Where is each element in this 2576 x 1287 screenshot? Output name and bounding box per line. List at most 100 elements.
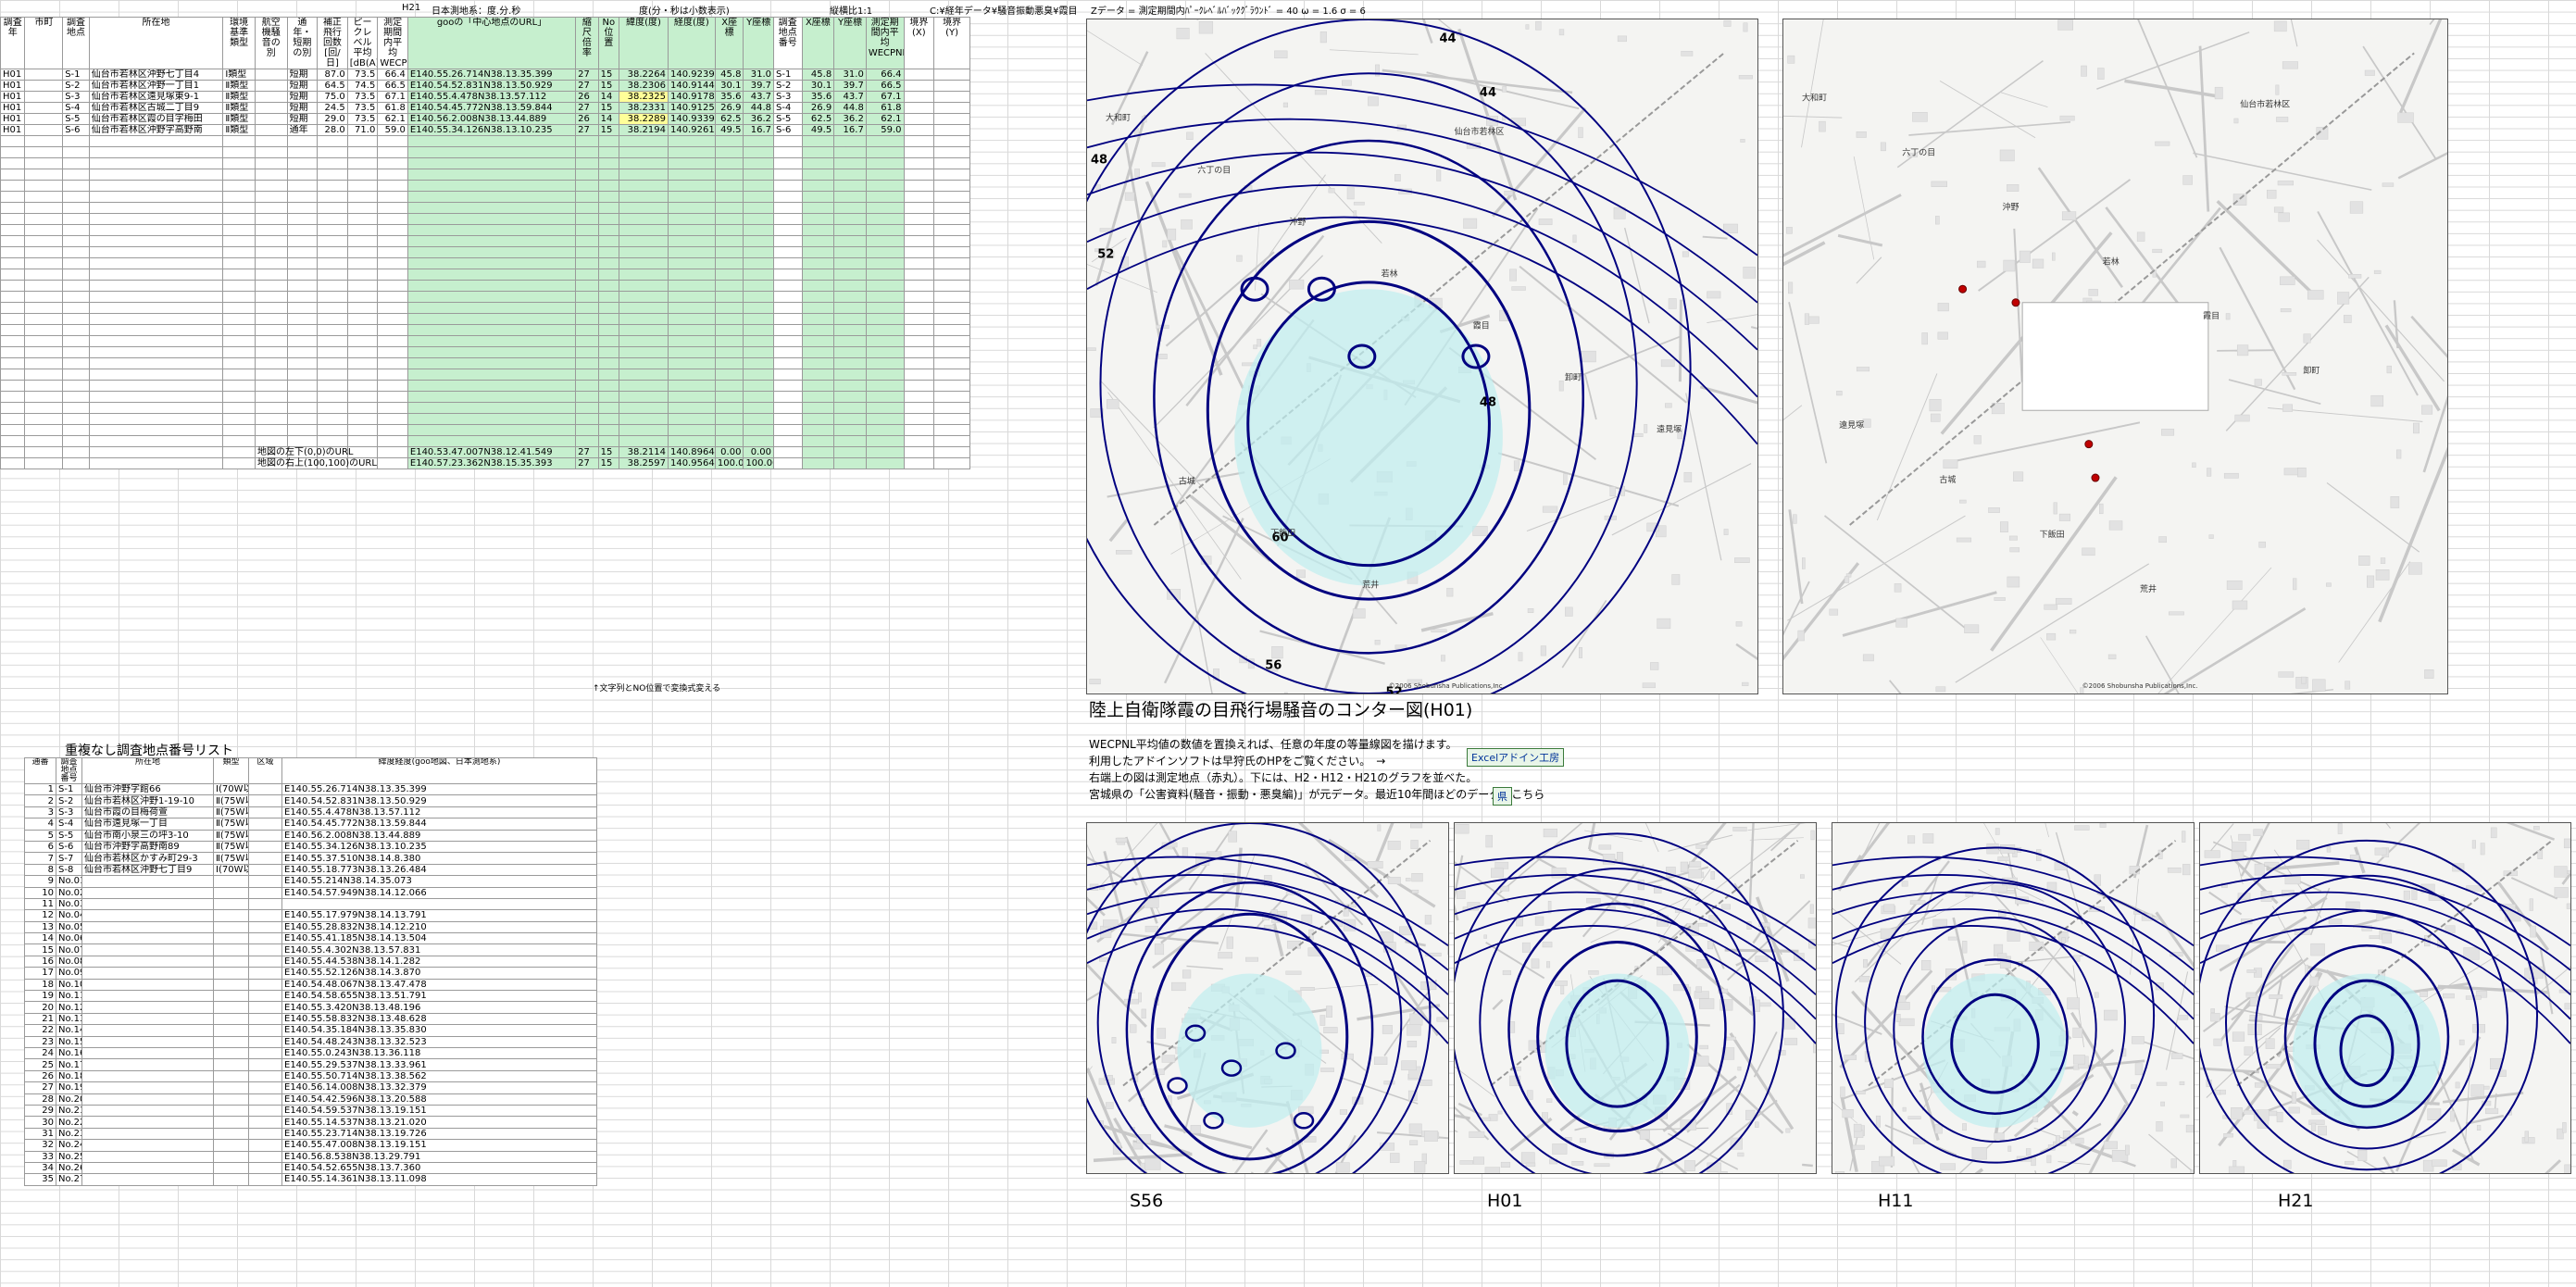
table-cell[interactable]: 64.5 <box>317 80 348 92</box>
table-cell[interactable] <box>773 391 803 403</box>
table-cell[interactable] <box>801 202 835 214</box>
table-cell[interactable]: 8 <box>24 863 56 877</box>
table-cell[interactable]: 3 <box>24 806 56 819</box>
table-cell[interactable] <box>575 202 599 214</box>
table-cell[interactable] <box>714 213 744 225</box>
table-cell[interactable] <box>248 967 282 980</box>
table-cell[interactable] <box>933 335 970 347</box>
table-cell[interactable] <box>575 424 599 436</box>
table-cell[interactable] <box>933 446 970 458</box>
table-cell[interactable] <box>575 302 599 314</box>
prefecture-data-link-button[interactable]: 県 <box>1493 787 1512 806</box>
table-cell[interactable] <box>406 269 577 281</box>
table-cell[interactable] <box>213 1116 249 1129</box>
table-cell[interactable]: H01 <box>0 80 26 92</box>
table-cell[interactable] <box>254 402 288 414</box>
table-cell[interactable] <box>286 369 319 381</box>
table-cell[interactable]: No.21 <box>56 1104 82 1118</box>
table-cell[interactable] <box>406 191 577 203</box>
table-cell[interactable] <box>317 291 348 303</box>
table-cell[interactable]: 66.4 <box>377 69 408 81</box>
table-cell[interactable] <box>743 324 775 336</box>
table-cell[interactable] <box>88 235 224 247</box>
table-cell[interactable]: 23 <box>24 1035 56 1049</box>
table-cell[interactable]: Ⅰ(70W以下) <box>213 863 249 877</box>
table-cell[interactable] <box>903 335 935 347</box>
table-cell[interactable]: 15 <box>597 80 620 92</box>
table-cell[interactable] <box>801 135 835 147</box>
table-cell[interactable] <box>865 235 905 247</box>
table-cell[interactable] <box>222 224 256 236</box>
table-cell[interactable]: Ⅱ類型 <box>222 102 256 114</box>
table-cell[interactable] <box>406 169 577 181</box>
table-cell[interactable] <box>81 1001 214 1014</box>
table-cell[interactable] <box>24 135 64 147</box>
table-cell[interactable]: 短期 <box>286 113 319 125</box>
table-cell[interactable] <box>575 213 599 225</box>
table-cell[interactable]: S-3 <box>56 806 82 819</box>
table-cell[interactable]: E140.53.47.007N38.12.41.549 <box>406 446 577 458</box>
table-cell[interactable] <box>833 213 867 225</box>
table-cell[interactable] <box>406 213 577 225</box>
table-cell[interactable] <box>801 224 835 236</box>
table-cell[interactable]: 38.2264 <box>619 69 669 81</box>
table-cell[interactable] <box>801 424 835 436</box>
table-cell[interactable] <box>346 224 379 236</box>
table-cell[interactable] <box>667 280 716 292</box>
table-cell[interactable]: No.27 <box>56 1173 82 1186</box>
table-cell[interactable]: S-4 <box>56 818 82 831</box>
table-cell[interactable] <box>213 967 249 980</box>
table-cell[interactable]: 140.9178 <box>667 91 716 103</box>
table-cell[interactable] <box>248 1069 282 1083</box>
table-cell[interactable]: E140.54.58.655N38.13.51.791 <box>281 990 597 1003</box>
table-cell[interactable] <box>933 180 970 192</box>
table-cell[interactable]: Ⅱ類型 <box>222 91 256 103</box>
table-cell[interactable] <box>88 157 224 169</box>
table-cell[interactable] <box>24 169 64 181</box>
table-cell[interactable] <box>286 335 319 347</box>
table-cell[interactable] <box>377 446 408 458</box>
table-cell[interactable] <box>597 402 620 414</box>
table-cell[interactable] <box>714 180 744 192</box>
table-cell[interactable] <box>773 369 803 381</box>
table-cell[interactable]: E140.55.44.538N38.14.1.282 <box>281 955 597 968</box>
table-cell[interactable] <box>597 224 620 236</box>
table-cell[interactable] <box>865 324 905 336</box>
table-cell[interactable]: E140.55.58.832N38.13.48.628 <box>281 1012 597 1026</box>
table-cell[interactable] <box>933 202 970 214</box>
table-cell[interactable] <box>222 213 256 225</box>
table-cell[interactable] <box>833 146 867 158</box>
table-cell[interactable]: 140.9339 <box>667 113 716 125</box>
table-cell[interactable] <box>346 435 379 447</box>
table-cell[interactable] <box>222 291 256 303</box>
table-cell[interactable] <box>801 269 835 281</box>
table-cell[interactable]: 12 <box>24 909 56 922</box>
table-cell[interactable]: No.01 <box>56 875 82 888</box>
table-cell[interactable] <box>346 357 379 369</box>
table-cell[interactable] <box>619 213 669 225</box>
table-cell[interactable] <box>24 224 64 236</box>
table-cell[interactable] <box>865 435 905 447</box>
table-cell[interactable] <box>377 357 408 369</box>
table-cell[interactable] <box>222 180 256 192</box>
table-cell[interactable] <box>667 257 716 269</box>
table-cell[interactable] <box>865 169 905 181</box>
table-cell[interactable] <box>903 169 935 181</box>
table-cell[interactable] <box>833 391 867 403</box>
table-cell[interactable]: Ⅱ(75W以下) <box>213 852 249 865</box>
table-cell[interactable]: E140.55.4.302N38.13.57.831 <box>281 943 597 956</box>
table-cell[interactable] <box>377 191 408 203</box>
table-cell[interactable] <box>865 269 905 281</box>
table-cell[interactable] <box>903 280 935 292</box>
table-cell[interactable] <box>597 424 620 436</box>
table-cell[interactable] <box>317 146 348 158</box>
table-cell[interactable] <box>743 302 775 314</box>
table-cell[interactable] <box>62 213 90 225</box>
table-cell[interactable] <box>667 169 716 181</box>
table-cell[interactable] <box>377 335 408 347</box>
table-cell[interactable] <box>81 943 214 956</box>
table-cell[interactable] <box>743 346 775 358</box>
table-cell[interactable] <box>222 346 256 358</box>
table-cell[interactable] <box>62 435 90 447</box>
table-cell[interactable] <box>903 457 935 469</box>
